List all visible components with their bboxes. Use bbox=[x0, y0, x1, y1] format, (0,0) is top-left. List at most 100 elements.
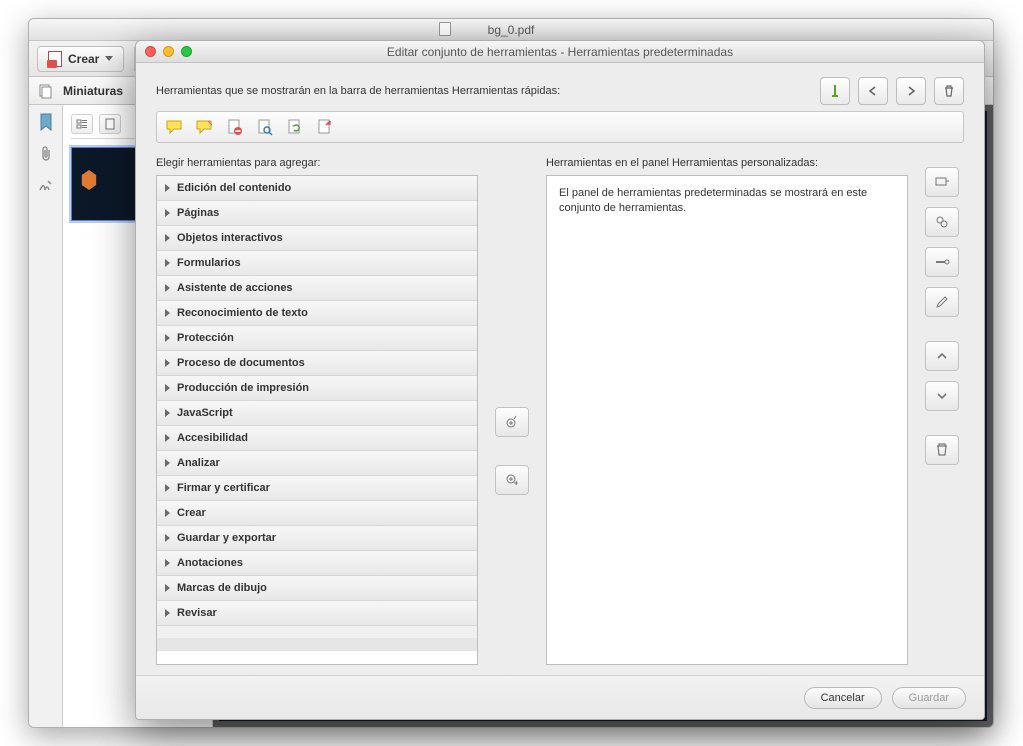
thumb-new-button[interactable] bbox=[99, 114, 121, 134]
category-label: Marcas de dibujo bbox=[177, 582, 267, 594]
list-empty-area bbox=[157, 626, 477, 651]
navigation-rail bbox=[29, 105, 63, 727]
chevron-down-icon bbox=[105, 56, 113, 61]
bookmark-icon[interactable] bbox=[35, 111, 57, 133]
disclosure-triangle-icon bbox=[165, 534, 170, 542]
dialog-titlebar[interactable]: Editar conjunto de herramientas - Herram… bbox=[136, 41, 984, 63]
category-label: Protección bbox=[177, 332, 234, 344]
signatures-icon[interactable] bbox=[35, 175, 57, 197]
app-titlebar: bg_0.pdf bbox=[29, 19, 993, 41]
custom-tools-box[interactable]: El panel de herramientas predeterminadas… bbox=[546, 175, 908, 665]
category-row[interactable]: Anotaciones bbox=[157, 551, 477, 576]
create-label: Crear bbox=[68, 52, 99, 66]
close-window-button[interactable] bbox=[145, 46, 156, 57]
disclosure-triangle-icon bbox=[165, 309, 170, 317]
category-label: Proceso de documentos bbox=[177, 357, 305, 369]
delete-tool-button[interactable] bbox=[934, 77, 964, 105]
edit-toolset-dialog: Editar conjunto de herramientas - Herram… bbox=[135, 40, 985, 720]
move-up-button[interactable] bbox=[925, 341, 959, 371]
category-label: Asistente de acciones bbox=[177, 282, 293, 294]
add-divider-button[interactable] bbox=[820, 77, 850, 105]
disclosure-triangle-icon bbox=[165, 334, 170, 342]
thumbnail-badge-icon bbox=[80, 170, 98, 190]
custom-panel-placeholder: El panel de herramientas predeterminadas… bbox=[559, 187, 867, 214]
category-row[interactable]: Páginas bbox=[157, 201, 477, 226]
document-icon bbox=[439, 22, 451, 36]
choose-tools-label: Elegir herramientas para agregar: bbox=[156, 157, 478, 169]
category-row[interactable]: Reconocimiento de texto bbox=[157, 301, 477, 326]
category-label: Revisar bbox=[177, 607, 217, 619]
zoom-window-button[interactable] bbox=[181, 46, 192, 57]
move-down-button[interactable] bbox=[925, 381, 959, 411]
category-row[interactable]: Formularios bbox=[157, 251, 477, 276]
disclosure-triangle-icon bbox=[165, 384, 170, 392]
create-button[interactable]: Crear bbox=[37, 46, 124, 72]
category-row[interactable]: Objetos interactivos bbox=[157, 226, 477, 251]
attachment-icon[interactable] bbox=[35, 143, 57, 165]
edit-button[interactable] bbox=[925, 287, 959, 317]
disclosure-triangle-icon bbox=[165, 509, 170, 517]
group-button[interactable] bbox=[925, 167, 959, 197]
category-label: Páginas bbox=[177, 207, 219, 219]
refresh-page-icon[interactable] bbox=[285, 117, 305, 137]
pages-icon bbox=[37, 82, 55, 100]
disclosure-triangle-icon bbox=[165, 584, 170, 592]
category-row[interactable]: Crear bbox=[157, 501, 477, 526]
disclosure-triangle-icon bbox=[165, 259, 170, 267]
dialog-title: Editar conjunto de herramientas - Herram… bbox=[136, 45, 984, 59]
disclosure-triangle-icon bbox=[165, 434, 170, 442]
add-to-quick-button[interactable] bbox=[495, 407, 529, 437]
category-row[interactable]: JavaScript bbox=[157, 401, 477, 426]
link-button[interactable] bbox=[925, 207, 959, 237]
category-label: Analizar bbox=[177, 457, 220, 469]
category-row[interactable]: Edición del contenido bbox=[157, 176, 477, 201]
category-label: Objetos interactivos bbox=[177, 232, 283, 244]
disclosure-triangle-icon bbox=[165, 484, 170, 492]
disclosure-triangle-icon bbox=[165, 409, 170, 417]
category-row[interactable]: Proceso de documentos bbox=[157, 351, 477, 376]
search-page-icon[interactable] bbox=[255, 117, 275, 137]
category-row[interactable]: Producción de impresión bbox=[157, 376, 477, 401]
thumbnails-label: Miniaturas bbox=[63, 84, 123, 98]
category-label: Firmar y certificar bbox=[177, 482, 270, 494]
category-label: Accesibilidad bbox=[177, 432, 248, 444]
category-label: Anotaciones bbox=[177, 557, 243, 569]
category-label: Guardar y exportar bbox=[177, 532, 276, 544]
export-page-icon[interactable] bbox=[315, 117, 335, 137]
save-button[interactable]: Guardar bbox=[892, 687, 966, 709]
cancel-button[interactable]: Cancelar bbox=[804, 687, 882, 709]
category-label: JavaScript bbox=[177, 407, 233, 419]
remove-button[interactable] bbox=[925, 435, 959, 465]
category-row[interactable]: Guardar y exportar bbox=[157, 526, 477, 551]
delete-page-icon[interactable] bbox=[225, 117, 245, 137]
category-row[interactable]: Asistente de acciones bbox=[157, 276, 477, 301]
add-to-panel-button[interactable] bbox=[495, 465, 529, 495]
add-separator-button[interactable] bbox=[925, 247, 959, 277]
category-row[interactable]: Marcas de dibujo bbox=[157, 576, 477, 601]
custom-panel-label: Herramientas en el panel Herramientas pe… bbox=[546, 157, 908, 169]
disclosure-triangle-icon bbox=[165, 459, 170, 467]
disclosure-triangle-icon bbox=[165, 184, 170, 192]
category-row[interactable]: Firmar y certificar bbox=[157, 476, 477, 501]
category-row[interactable]: Accesibilidad bbox=[157, 426, 477, 451]
move-left-button[interactable] bbox=[858, 77, 888, 105]
category-row[interactable]: Protección bbox=[157, 326, 477, 351]
thumb-options-button[interactable] bbox=[71, 114, 93, 134]
categories-listbox[interactable]: Edición del contenido Páginas Objetos inte… bbox=[156, 175, 478, 665]
category-label: Formularios bbox=[177, 257, 241, 269]
quick-tools-label: Herramientas que se mostrarán en la barr… bbox=[156, 85, 560, 97]
category-label: Edición del contenido bbox=[177, 182, 291, 194]
sticky-note-icon[interactable] bbox=[165, 117, 185, 137]
move-right-button[interactable] bbox=[896, 77, 926, 105]
disclosure-triangle-icon bbox=[165, 284, 170, 292]
category-label: Producción de impresión bbox=[177, 382, 309, 394]
dialog-footer: Cancelar Guardar bbox=[136, 675, 984, 719]
category-row[interactable]: Analizar bbox=[157, 451, 477, 476]
minimize-window-button[interactable] bbox=[163, 46, 174, 57]
disclosure-triangle-icon bbox=[165, 609, 170, 617]
disclosure-triangle-icon bbox=[165, 359, 170, 367]
highlight-text-icon[interactable] bbox=[195, 117, 215, 137]
category-row[interactable]: Revisar bbox=[157, 601, 477, 626]
disclosure-triangle-icon bbox=[165, 234, 170, 242]
disclosure-triangle-icon bbox=[165, 559, 170, 567]
